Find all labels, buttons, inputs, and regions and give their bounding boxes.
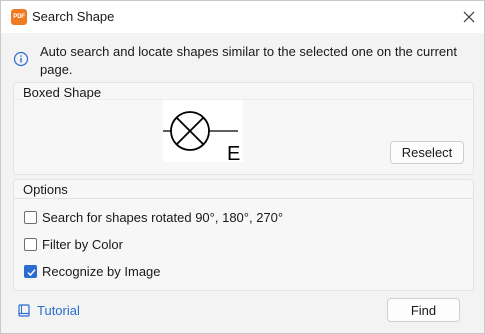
- title-bar: PDF Search Shape: [1, 1, 484, 33]
- recognize-image-checkbox[interactable]: [24, 265, 37, 278]
- dialog-title: Search Shape: [32, 9, 115, 24]
- app-logo-icon: PDF: [11, 9, 27, 25]
- tutorial-label[interactable]: Tutorial: [37, 303, 80, 318]
- boxed-shape-title: Boxed Shape: [23, 85, 102, 100]
- option-rotated[interactable]: Search for shapes rotated 90°, 180°, 270…: [24, 209, 304, 227]
- options-title: Options: [23, 182, 68, 197]
- book-icon: [18, 304, 30, 317]
- boxed-shape-group: Boxed Shape E Reselect: [13, 82, 474, 175]
- shape-preview: E: [163, 100, 243, 165]
- rotated-checkbox[interactable]: [24, 211, 37, 224]
- recognize-image-label: Recognize by Image: [42, 264, 161, 279]
- reselect-button[interactable]: Reselect: [390, 141, 464, 164]
- close-icon: [463, 11, 475, 23]
- app-logo-text: PDF: [13, 14, 25, 20]
- rotated-label: Search for shapes rotated 90°, 180°, 270…: [42, 210, 284, 225]
- options-divider: [14, 198, 473, 199]
- lamp-symbol-icon: E: [163, 111, 240, 165]
- option-filter-color[interactable]: Filter by Color: [24, 236, 144, 254]
- find-button[interactable]: Find: [387, 298, 460, 322]
- info-icon: [13, 51, 29, 67]
- options-group: Options Search for shapes rotated 90°, 1…: [13, 179, 474, 291]
- search-shape-dialog: PDF Search Shape Auto search and locate …: [0, 0, 485, 334]
- info-text: Auto search and locate shapes similar to…: [40, 44, 457, 77]
- checkmark-icon: [27, 269, 36, 277]
- close-button[interactable]: [456, 5, 482, 29]
- shape-preview-label: E: [227, 143, 240, 162]
- boxed-shape-divider: [14, 99, 473, 100]
- filter-color-label: Filter by Color: [42, 237, 123, 252]
- option-recognize-image[interactable]: Recognize by Image: [24, 263, 174, 281]
- filter-color-checkbox[interactable]: [24, 238, 37, 251]
